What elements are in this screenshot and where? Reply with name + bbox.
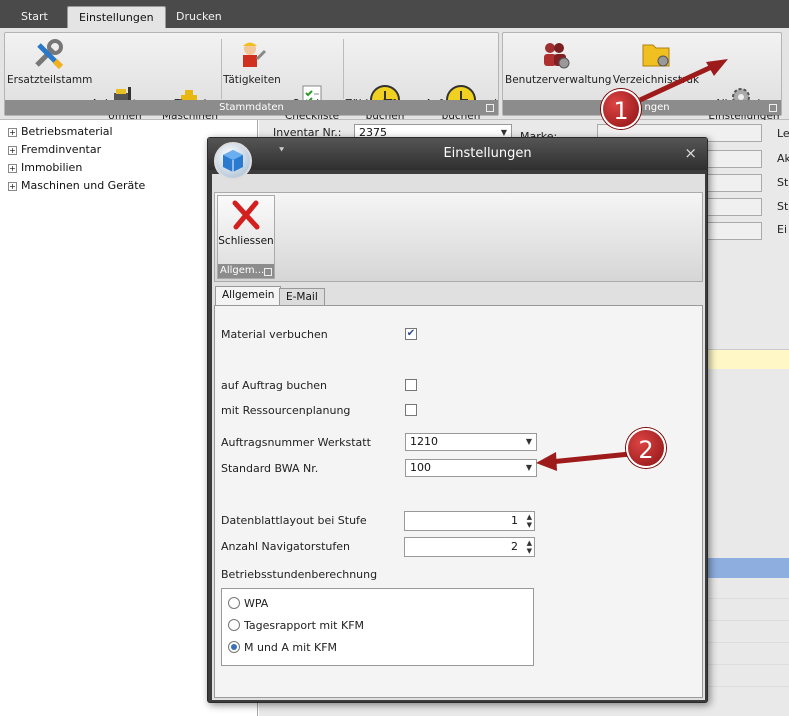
arrow-2-head — [536, 452, 557, 471]
arrow-1-head — [706, 59, 728, 76]
arrow-1 — [638, 61, 720, 103]
app-orb-icon[interactable] — [214, 142, 252, 180]
callout-2: 2 — [626, 428, 666, 468]
annotation-layer — [536, 59, 728, 471]
arrow-2 — [549, 451, 631, 465]
callout-1: 1 — [601, 89, 641, 129]
